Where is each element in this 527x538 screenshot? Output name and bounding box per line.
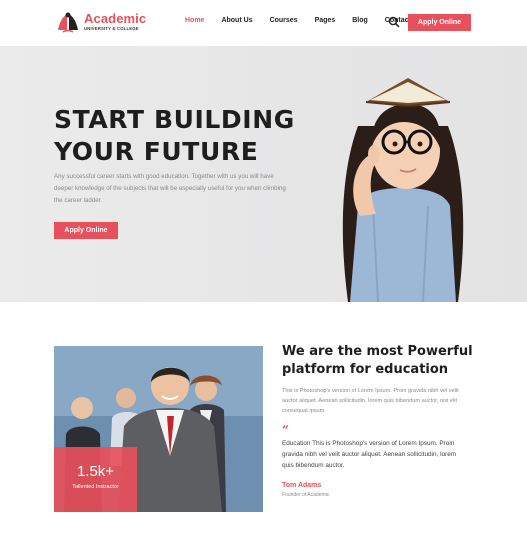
stat-value: 1.5k+: [76, 463, 115, 480]
hero-title-line-2: YOUR FUTURE: [54, 137, 259, 166]
about-paragraph: This is Photoshop's version of Lorem Ips…: [282, 388, 459, 414]
hero-title: START BUILDING YOUR FUTURE: [54, 104, 295, 168]
about-quote-text: Education This is Photoshop's version of…: [282, 440, 457, 469]
apply-online-header-button[interactable]: Apply Online: [408, 14, 471, 31]
nav-blog[interactable]: Blog: [352, 17, 368, 24]
nav-courses[interactable]: Courses: [270, 17, 298, 24]
about-title-line-2: platform for education: [282, 362, 449, 377]
nav-home[interactable]: Home: [185, 17, 204, 24]
hero-girl-image: [342, 78, 464, 302]
hero-title-line-1: START BUILDING: [54, 105, 295, 134]
stat-label: Tallented Instractor: [72, 484, 119, 490]
hero-description: Any successful career starts with good e…: [54, 173, 286, 204]
author-name: Tom Adams: [282, 482, 322, 489]
hero-section: START BUILDING YOUR FUTURE Any successfu…: [0, 46, 527, 302]
instructors-stat-box: 1.5k+ Tallented Instractor: [54, 447, 137, 512]
site-header: Academic UNIVERSITY & COLLEGE Home About…: [0, 0, 527, 46]
author-role: Founder of Academic: [282, 492, 330, 498]
main-nav: Home About Us Courses Pages Blog Contact…: [185, 17, 439, 24]
apply-online-hero-button[interactable]: Apply Online: [54, 222, 118, 239]
about-title: We are the most Powerful platform for ed…: [282, 343, 482, 379]
logo-subtitle: UNIVERSITY & COLLEGE: [84, 26, 139, 32]
logo[interactable]: Academic UNIVERSITY & COLLEGE: [55, 10, 146, 34]
nav-about-us[interactable]: About Us: [221, 17, 252, 24]
logo-name: Academic: [84, 11, 147, 27]
search-icon[interactable]: [388, 16, 400, 28]
about-title-line-1: We are the most Powerful: [282, 344, 473, 359]
quote-icon: “: [282, 423, 289, 437]
nav-pages[interactable]: Pages: [315, 17, 336, 24]
logo-mark-icon: [58, 12, 78, 33]
